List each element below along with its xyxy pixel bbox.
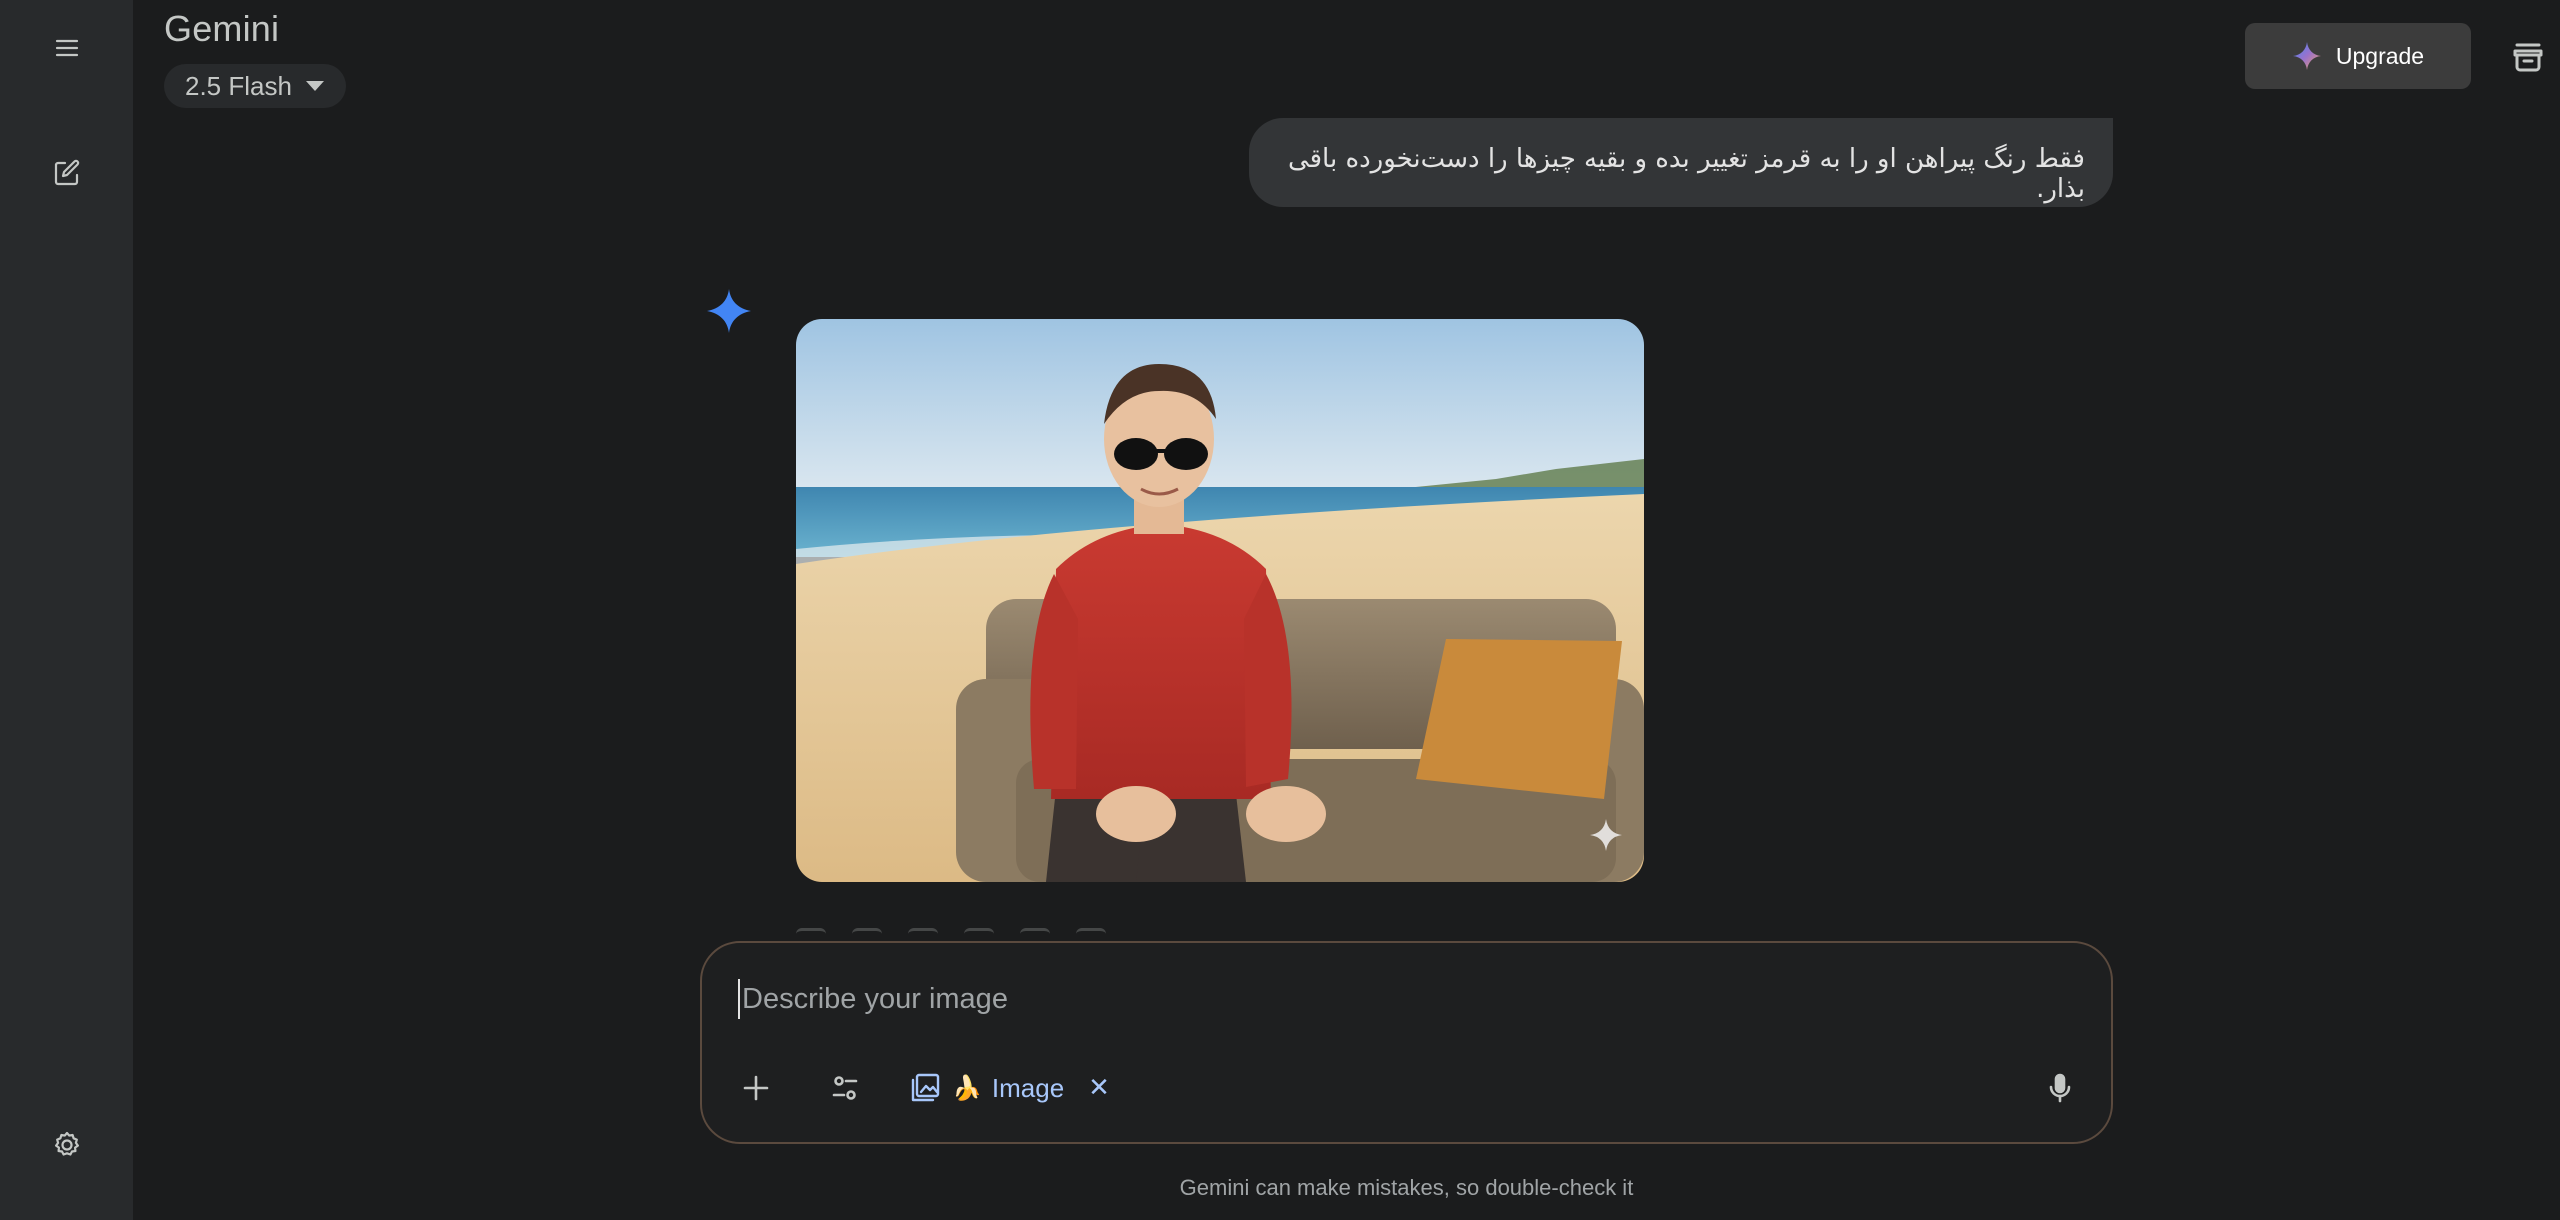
generated-image[interactable] <box>796 319 1644 882</box>
model-label: 2.5 Flash <box>185 70 292 101</box>
image-mode-chip[interactable]: 🍌 Image ✕ <box>908 1060 1120 1116</box>
chip-label: Image <box>991 1072 1065 1103</box>
user-message: فقط رنگ پیراهن او را به قرمز تغییر بده و… <box>1249 118 2113 207</box>
image-gallery-icon <box>911 1073 940 1102</box>
app-title: Gemini <box>164 8 280 49</box>
prompt-input[interactable] <box>738 979 2038 1019</box>
copy-icon[interactable] <box>1020 928 1050 942</box>
gemini-avatar-icon <box>707 289 751 333</box>
prompt-box: 🍌 Image ✕ <box>700 941 2113 1144</box>
banana-icon: 🍌 <box>952 1074 982 1102</box>
new-chat-button[interactable] <box>34 140 100 206</box>
microphone-button[interactable] <box>2035 1063 2085 1113</box>
upgrade-label: Upgrade <box>2335 42 2425 69</box>
thumbs-up-icon[interactable] <box>796 928 826 942</box>
gemini-app: Gemini 2.5 Flash Upgrade فقط رنگ پیراهن … <box>0 0 2560 1220</box>
thumbs-down-icon[interactable] <box>852 928 882 942</box>
gemini-spark-icon <box>2292 42 2321 70</box>
response-actions <box>796 928 1126 942</box>
share-icon[interactable] <box>964 928 994 942</box>
model-selector[interactable]: 2.5 Flash <box>164 64 346 108</box>
microphone-icon <box>2049 1073 2071 1103</box>
tools-button[interactable] <box>820 1063 870 1113</box>
settings-button[interactable] <box>34 1112 100 1178</box>
tools-icon <box>832 1076 858 1100</box>
beach-portrait-image <box>796 319 1644 882</box>
disclaimer: Gemini can make mistakes, so double-chec… <box>1179 1175 1634 1200</box>
gear-icon <box>55 1131 79 1156</box>
more-icon[interactable] <box>1076 928 1106 942</box>
menu-button[interactable] <box>34 15 100 81</box>
edit-icon <box>54 159 80 186</box>
archive-icon <box>2513 43 2543 72</box>
temporary-chat-button[interactable] <box>2505 34 2551 80</box>
plus-icon <box>743 1075 769 1101</box>
add-button[interactable] <box>731 1063 781 1113</box>
menu-icon <box>55 39 79 57</box>
sidebar <box>0 0 133 1220</box>
upgrade-button[interactable]: Upgrade <box>2245 23 2471 89</box>
caret-down-icon <box>305 81 324 91</box>
close-icon[interactable]: ✕ <box>1088 1073 1110 1103</box>
regenerate-icon[interactable] <box>908 928 938 942</box>
